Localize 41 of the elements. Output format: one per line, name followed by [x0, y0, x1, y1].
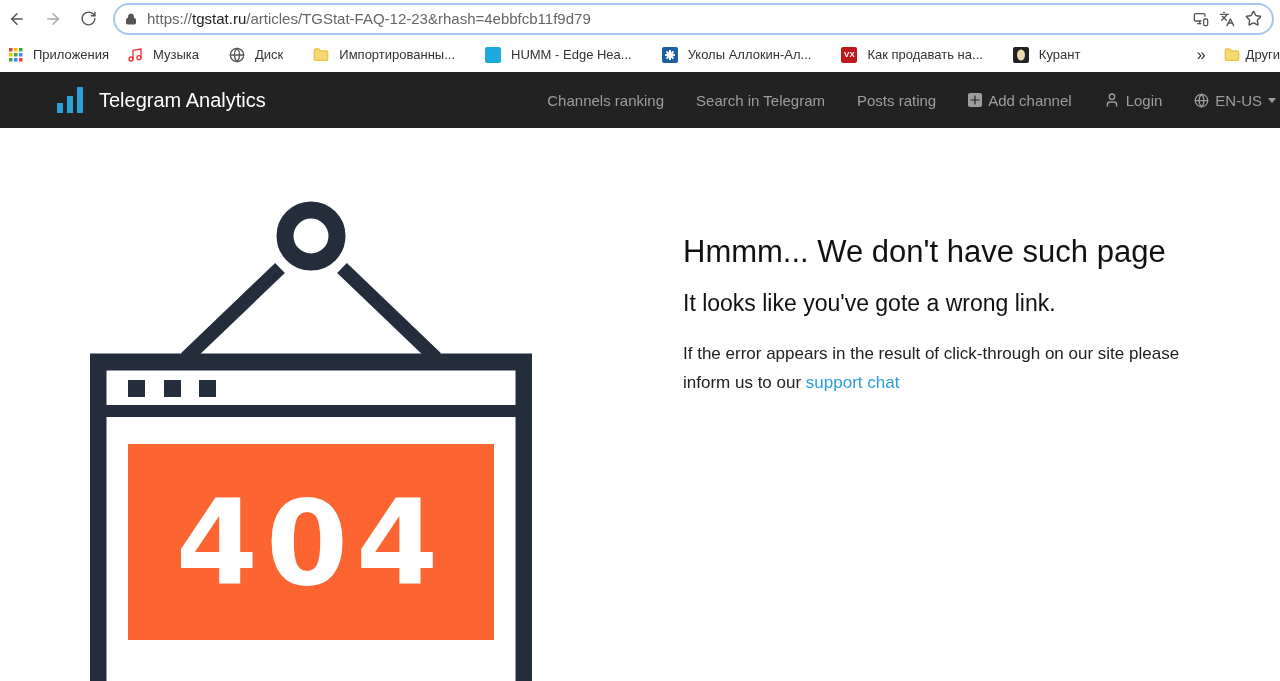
bookmark-item[interactable]: Диск: [229, 46, 284, 63]
globe-icon: [229, 46, 246, 63]
star-icon[interactable]: [1245, 10, 1262, 27]
address-bar[interactable]: https://tgstat.ru/articles/TGStat-FAQ-12-23&rhash=4ebbfcb11f9d79: [113, 2, 1274, 35]
bookmark-item[interactable]: Курант: [1012, 46, 1081, 63]
reload-icon: [80, 10, 97, 27]
bookmark-item[interactable]: Уколы Аллокин-Ал...: [661, 46, 812, 63]
bookmark-logo-icon: VX: [841, 46, 858, 63]
nav-link[interactable]: Search in Telegram: [696, 91, 825, 109]
nav-link[interactable]: Channels ranking: [547, 91, 665, 109]
devices-icon[interactable]: [1193, 10, 1209, 27]
bookmark-item[interactable]: HUMM - Edge Hea...: [485, 46, 632, 63]
nav-link[interactable]: Posts rating: [857, 91, 937, 109]
nav-link[interactable]: EN-US: [1194, 91, 1276, 109]
hanging-sign-drawing: 404: [90, 200, 532, 681]
apps-grid-icon: [8, 47, 23, 62]
bookmark-item[interactable]: VX Как продавать на...: [841, 46, 983, 63]
caret-icon: [1268, 97, 1276, 103]
bookmark-item[interactable]: Приложения: [8, 47, 110, 62]
more-bookmarks-button[interactable]: »: [1196, 45, 1206, 64]
medical-star-icon: [661, 46, 678, 63]
folder-icon: [1223, 46, 1240, 63]
brand-link[interactable]: Telegram Analytics: [57, 87, 266, 113]
bar-chart-icon: [57, 87, 85, 113]
translate-icon[interactable]: [1219, 10, 1235, 27]
bookmark-item[interactable]: Импортированны...: [313, 46, 455, 63]
leaf-logo-icon: [1012, 46, 1029, 63]
nav-link[interactable]: Login: [1103, 91, 1163, 109]
lock-icon: [125, 12, 137, 25]
error-subheading: It looks like you've gote a wrong link.: [683, 290, 1057, 317]
plus-square-icon: [968, 93, 983, 107]
error-heading: Hmmm... We don't have such page: [683, 234, 1167, 270]
bookmark-item[interactable]: Музыка: [127, 46, 200, 63]
nav-link[interactable]: Add channel: [968, 91, 1072, 109]
error-message: If the error appears in the result of click-through on our site please inform us to our support chat: [683, 343, 1181, 394]
globe-icon: [1194, 92, 1210, 108]
reload-button[interactable]: [78, 8, 99, 29]
url-text: https://tgstat.ru/articles/TGStat-FAQ-12-23&rhash=4ebbfcb11f9d79: [147, 10, 591, 27]
bookmark-item[interactable]: Други: [1223, 46, 1280, 63]
music-note-icon: [127, 46, 144, 63]
folder-icon: [313, 46, 330, 63]
